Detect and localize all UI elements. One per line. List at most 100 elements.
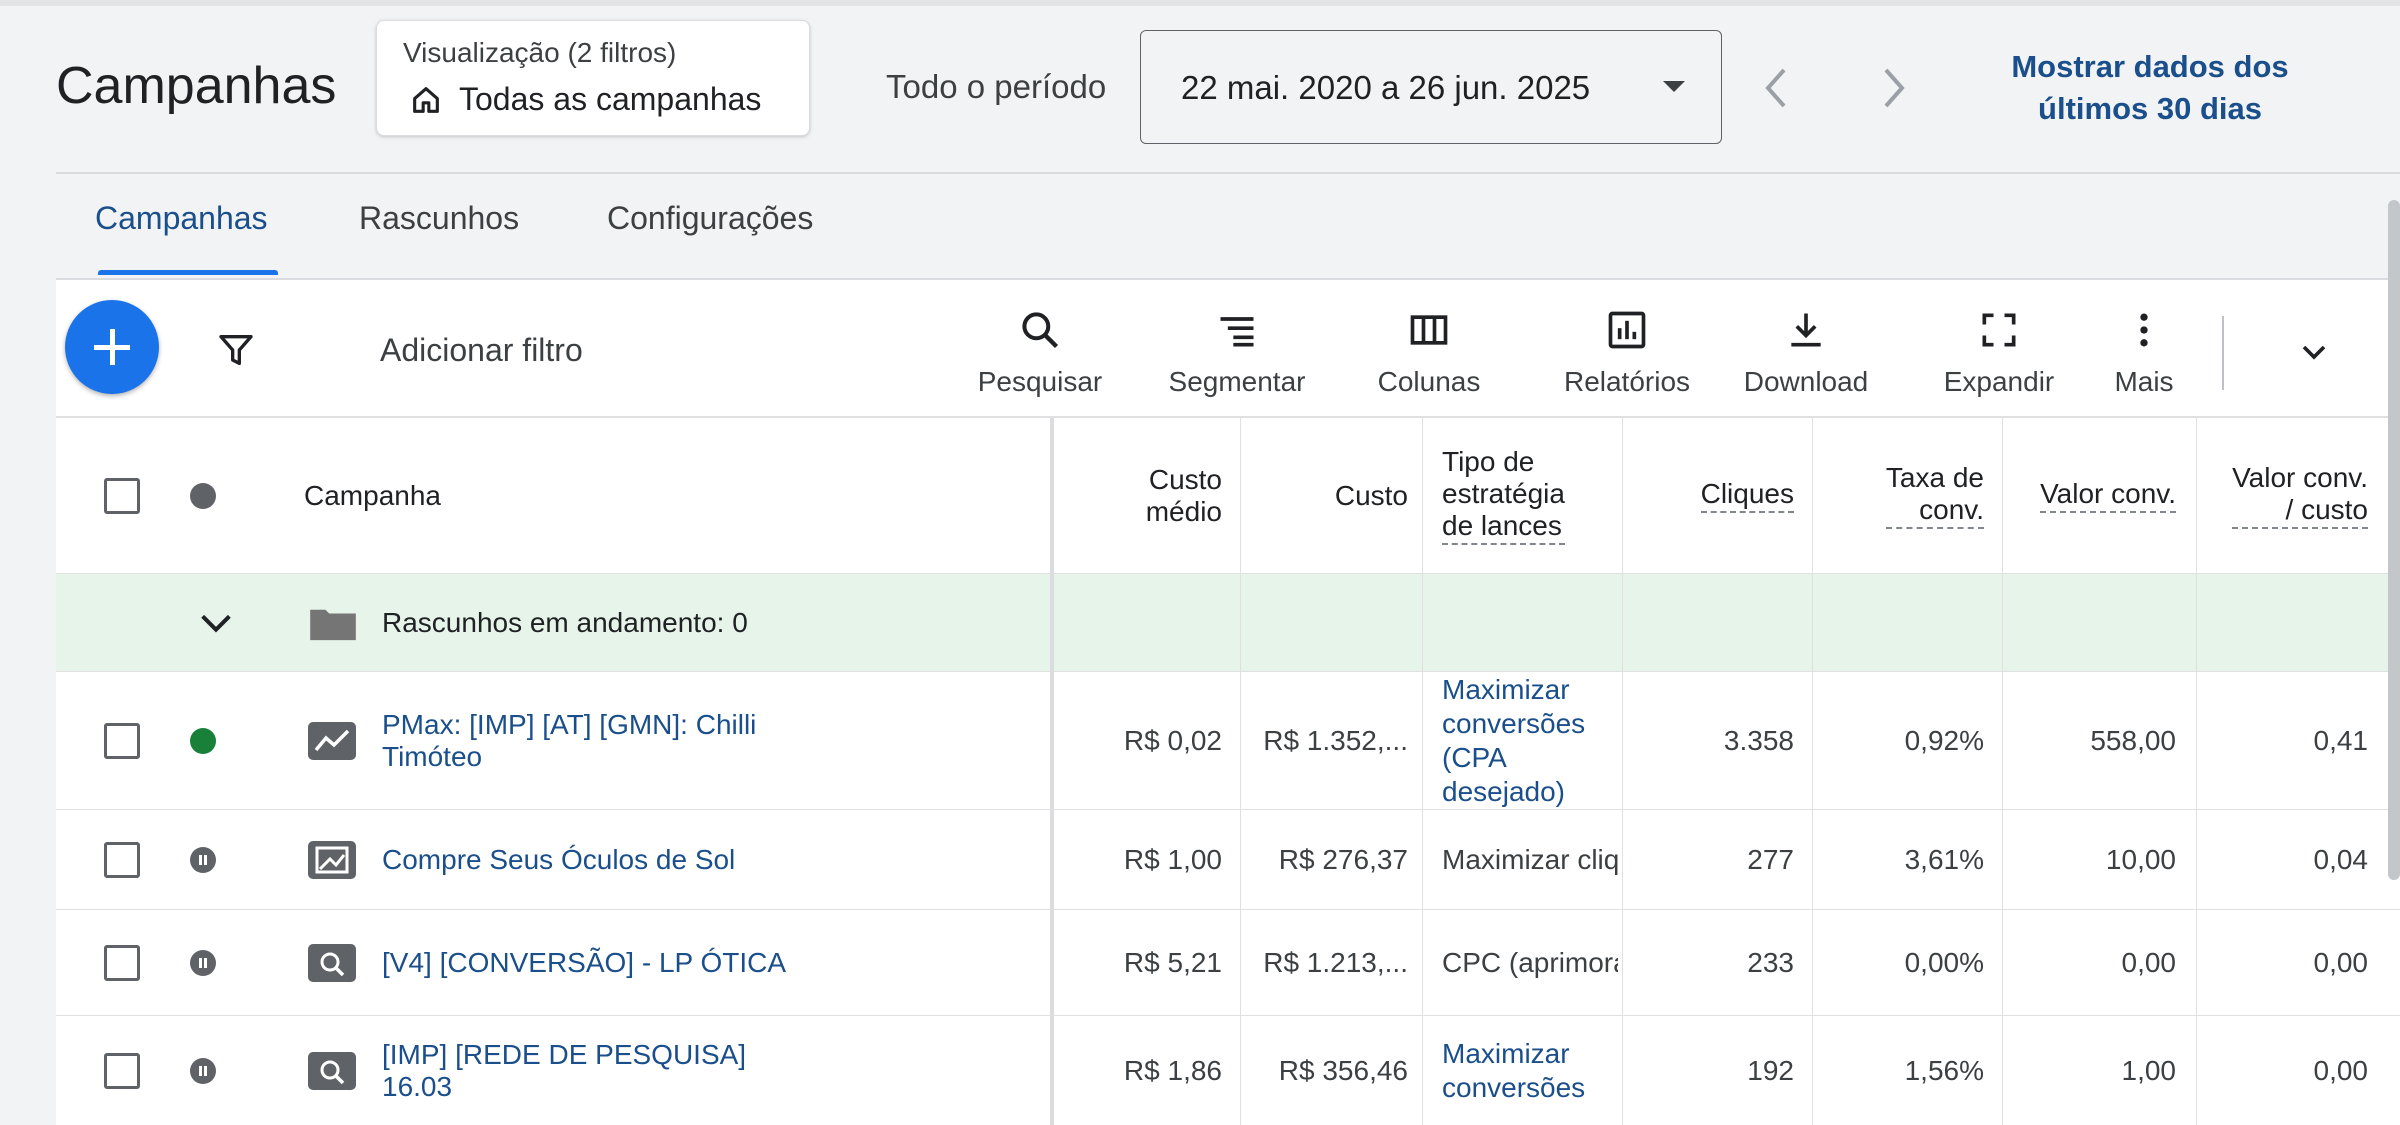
col-avg-cost[interactable]: Custo médio <box>1056 418 1222 573</box>
more-button[interactable]: Mais <box>2102 308 2186 408</box>
bid-strategy-link[interactable]: Maximizar conversões (CPA desejado) <box>1442 672 1618 809</box>
download-icon <box>1791 313 1821 347</box>
col-bid-strategy[interactable]: Tipo de estratégia de lances <box>1442 418 1618 573</box>
chevron-right-icon[interactable] <box>1878 64 1910 112</box>
reports-label: Relatórios <box>1563 366 1691 397</box>
columns-label: Colunas <box>1377 366 1481 397</box>
reports-button[interactable]: Relatórios <box>1532 308 1722 408</box>
campaign-name-link[interactable]: PMax: [IMP] [AT] [GMN]: Chilli Timóteo <box>382 672 982 809</box>
show-last-30-days-link[interactable]: Mostrar dados dos últimos 30 dias <box>1960 46 2340 130</box>
segment-icon <box>1220 317 1254 347</box>
row-checkbox[interactable] <box>104 1053 140 1089</box>
conv-value-cost-cell: 0,00 <box>2313 1054 2369 1086</box>
bar-chart-icon <box>1608 311 1646 349</box>
clicks-cell: 277 <box>1747 843 1794 875</box>
tab-rascunhos[interactable]: Rascunhos <box>359 200 519 237</box>
table-row: [V4] [CONVERSÃO] - LP ÓTICA R$ 5,21 R$ 1… <box>56 910 2400 1016</box>
page-header: Campanhas Visualização (2 filtros) Todas… <box>0 0 2400 172</box>
select-all-checkbox[interactable] <box>104 478 140 514</box>
search-label: Pesquisar <box>977 366 1103 397</box>
conv-rate-cell: 1,56% <box>1904 1054 1984 1086</box>
vertical-scrollbar[interactable] <box>2388 200 2400 880</box>
cost-cell: R$ 1.352,... <box>1263 724 1408 756</box>
cost-cell: R$ 356,46 <box>1278 1054 1408 1086</box>
campaign-name-link[interactable]: Compre Seus Óculos de Sol <box>382 810 982 909</box>
view-selector[interactable]: Visualização (2 filtros) Todas as campan… <box>376 20 810 136</box>
col-conv-value[interactable]: Valor conv. <box>2006 418 2176 573</box>
cost-cell: R$ 276,37 <box>1278 843 1408 875</box>
columns-icon <box>1410 315 1448 345</box>
add-campaign-button[interactable] <box>65 300 159 394</box>
tab-configuracoes[interactable]: Configurações <box>607 200 813 237</box>
clicks-cell: 192 <box>1747 1054 1794 1086</box>
chevron-down-icon[interactable] <box>196 606 236 640</box>
conv-value-cell: 1,00 <box>2121 1054 2177 1086</box>
tab-campanhas[interactable]: Campanhas <box>95 200 268 237</box>
avg-cost-cell: R$ 1,86 <box>1123 1054 1222 1086</box>
filter-icon[interactable] <box>216 330 256 370</box>
conv-value-cell: 558,00 <box>2090 724 2176 756</box>
campaign-name-link[interactable]: [V4] [CONVERSÃO] - LP ÓTICA <box>382 910 982 1015</box>
row-checkbox[interactable] <box>104 842 140 878</box>
folder-icon <box>310 609 356 641</box>
last30-line1: Mostrar dados dos <box>2011 49 2289 84</box>
status-enabled-icon[interactable] <box>190 728 216 754</box>
bid-strategy-cell: Maximizar cliq <box>1442 843 1618 875</box>
table-row: [IMP] [REDE DE PESQUISA] 16.03 R$ 1,86 R… <box>56 1016 2400 1125</box>
tab-bar: Campanhas Rascunhos Configurações <box>0 174 2400 278</box>
status-paused-icon[interactable] <box>190 950 216 976</box>
conv-value-cost-cell: 0,41 <box>2313 724 2369 756</box>
period-label: Todo o período <box>886 68 1107 105</box>
col-campaign[interactable]: Campanha <box>304 418 704 573</box>
expand-button[interactable]: Expandir <box>1916 308 2082 408</box>
conv-rate-cell: 3,61% <box>1904 843 1984 875</box>
campaign-name-link[interactable]: [IMP] [REDE DE PESQUISA] 16.03 <box>382 1016 982 1125</box>
performance-max-icon <box>308 722 356 760</box>
view-label: Visualização (2 filtros) <box>403 37 677 68</box>
status-paused-icon[interactable] <box>190 1058 216 1084</box>
drafts-in-progress-row[interactable]: Rascunhos em andamento: 0 <box>56 574 2400 672</box>
row-checkbox[interactable] <box>104 945 140 981</box>
conv-value-cell: 10,00 <box>2105 843 2176 875</box>
conv-rate-cell: 0,00% <box>1904 946 1984 978</box>
display-campaign-icon <box>308 841 356 879</box>
table-toolbar: Adicionar filtro Pesquisar Segmentar Col… <box>56 280 2400 418</box>
search-campaign-icon <box>308 1052 356 1090</box>
col-conv-value-cost[interactable]: Valor conv. / custo <box>2200 418 2368 573</box>
bid-strategy-link[interactable]: Maximizar conversões <box>1442 1016 1618 1125</box>
conv-value-cell: 0,00 <box>2121 946 2177 978</box>
chevron-down-icon[interactable] <box>2294 332 2334 372</box>
page-title: Campanhas <box>56 57 337 115</box>
last30-line2: últimos 30 dias <box>2038 91 2262 126</box>
chevron-left-icon[interactable] <box>1760 64 1792 112</box>
expand-label: Expandir <box>1943 366 2055 397</box>
active-tab-indicator <box>98 270 278 275</box>
table-header-row: Campanha Custo médio Custo Tipo de estra… <box>56 418 2400 574</box>
col-conv-rate[interactable]: Taxa de conv. <box>1816 418 1984 573</box>
date-range-text: 22 mai. 2020 a 26 jun. 2025 <box>1181 69 1591 106</box>
table-row: PMax: [IMP] [AT] [GMN]: Chilli Timóteo R… <box>56 672 2400 810</box>
conv-value-cost-cell: 0,00 <box>2313 946 2369 978</box>
download-label: Download <box>1743 366 1869 397</box>
drafts-label: Rascunhos em andamento: 0 <box>382 606 748 638</box>
fullscreen-icon <box>1982 313 2016 347</box>
status-paused-icon[interactable] <box>190 847 216 873</box>
add-filter-button[interactable]: Adicionar filtro <box>380 332 583 369</box>
col-cost[interactable]: Custo <box>1242 418 1408 573</box>
avg-cost-cell: R$ 0,02 <box>1123 724 1222 756</box>
avg-cost-cell: R$ 1,00 <box>1123 843 1222 875</box>
columns-button[interactable]: Colunas <box>1354 308 1504 408</box>
col-clicks[interactable]: Cliques <box>1626 418 1794 573</box>
conv-value-cost-cell: 0,04 <box>2313 843 2369 875</box>
cost-cell: R$ 1.213,... <box>1263 946 1408 978</box>
segment-label: Segmentar <box>1168 366 1306 397</box>
date-range-picker[interactable]: 22 mai. 2020 a 26 jun. 2025 <box>1140 30 1722 144</box>
campaigns-panel: Adicionar filtro Pesquisar Segmentar Col… <box>56 278 2400 1125</box>
download-button[interactable]: Download <box>1722 308 1890 408</box>
bid-strategy-cell: CPC (aprimora <box>1442 946 1618 978</box>
view-value: Todas as campanhas <box>459 81 762 117</box>
row-checkbox[interactable] <box>104 723 140 759</box>
conv-rate-cell: 0,92% <box>1904 724 1984 756</box>
segment-button[interactable]: Segmentar <box>1152 308 1322 408</box>
search-button[interactable]: Pesquisar <box>960 308 1120 408</box>
